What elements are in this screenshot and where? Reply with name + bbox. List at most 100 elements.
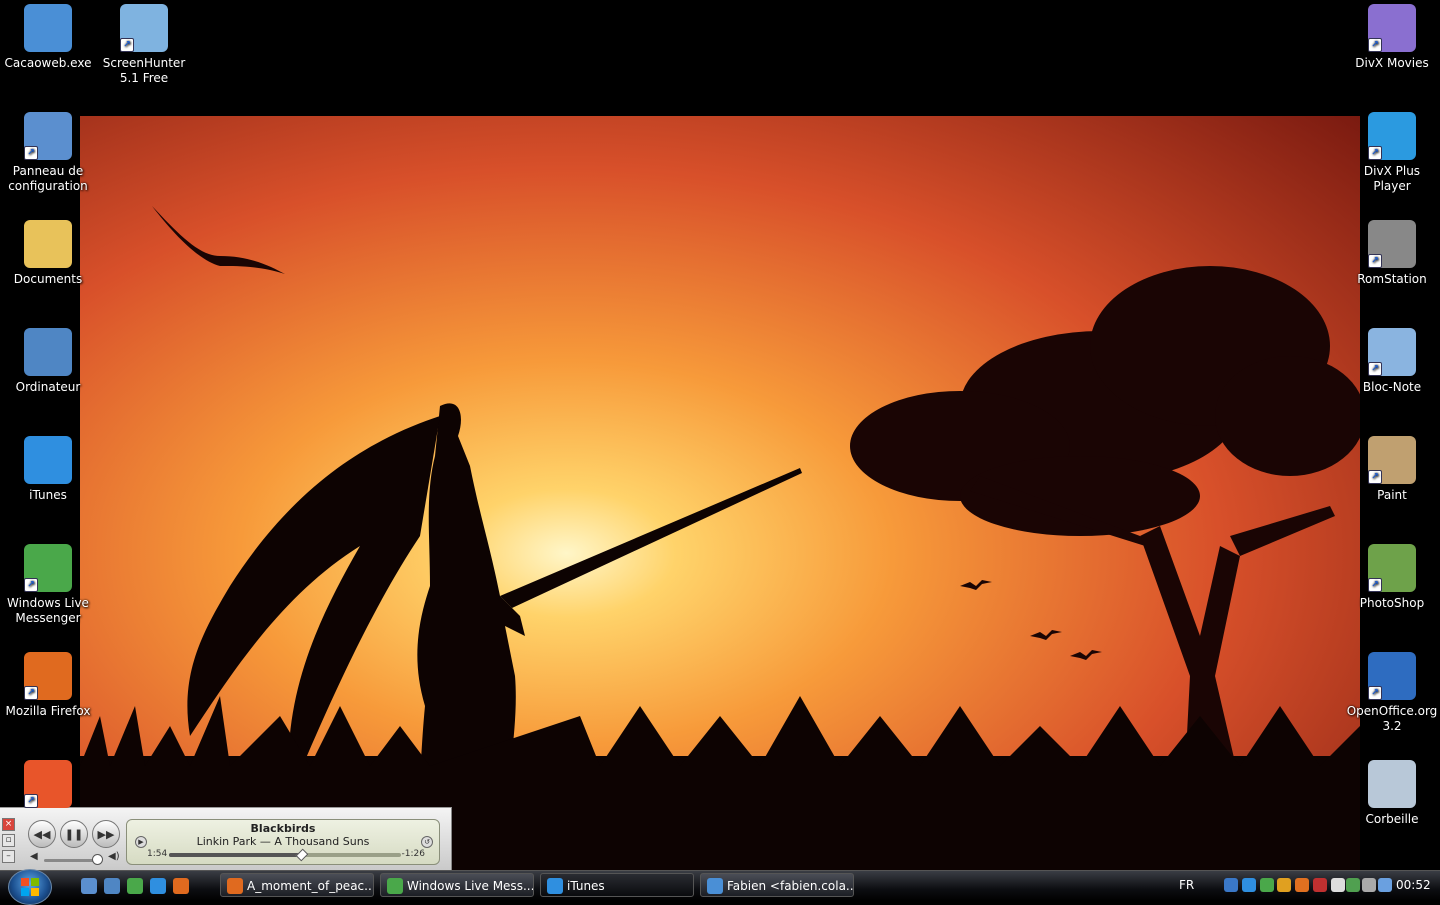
- taskbar-button-label: Fabien <fabien.cola...: [727, 879, 854, 893]
- desktop-icon-label: Documents: [13, 272, 83, 286]
- desktop-wallpaper: [80, 116, 1360, 870]
- desktop-icon[interactable]: ↗ DivX Plus Player: [1344, 112, 1440, 194]
- safely-remove-icon[interactable]: [1362, 878, 1376, 892]
- desktop-icon[interactable]: Ordinateur: [0, 328, 96, 395]
- desktop-icon-label: Corbeille: [1365, 812, 1419, 826]
- song-title: Blackbirds: [250, 822, 316, 835]
- desktop-icon-label: DivX Plus Player: [1363, 164, 1421, 193]
- desktop-icon[interactable]: ↗ Bloc-Note: [1344, 328, 1440, 395]
- pause-button[interactable]: ❚❚: [60, 820, 88, 848]
- previous-track-button[interactable]: ◀◀: [28, 820, 56, 848]
- itunes-icon[interactable]: [150, 878, 166, 894]
- mini-player-minimize-button[interactable]: –: [2, 850, 15, 863]
- progress-track[interactable]: [169, 848, 401, 862]
- progress-knob[interactable]: [295, 848, 309, 862]
- folder-icon: [24, 220, 72, 268]
- desktop-icon[interactable]: Corbeille: [1344, 760, 1440, 827]
- show-desktop-icon[interactable]: [81, 878, 97, 894]
- fast-forward-icon: ▶▶: [97, 827, 115, 841]
- itunes-icon: [547, 878, 563, 894]
- desktop-icon[interactable]: iTunes: [0, 436, 96, 503]
- mini-player-close-button[interactable]: ×: [2, 818, 15, 831]
- firefox-icon: ↗: [24, 652, 72, 700]
- desktop-icon-label: Mozilla Firefox: [5, 704, 91, 718]
- elapsed-time: 1:54: [147, 849, 168, 859]
- shortcut-arrow-icon: ↗: [24, 578, 38, 592]
- taskbar-button[interactable]: iTunes: [540, 873, 694, 897]
- itunes-tray-icon[interactable]: [1242, 878, 1256, 892]
- shortcut-arrow-icon: ↗: [1368, 578, 1382, 592]
- snapback-button[interactable]: ↺: [421, 836, 433, 848]
- shortcut-arrow-icon: ↗: [24, 794, 38, 808]
- shortcut-arrow-icon: ↗: [1368, 146, 1382, 160]
- volume-low-icon: ◀: [30, 851, 38, 862]
- shortcut-arrow-icon: ↗: [1368, 254, 1382, 268]
- now-playing-display: ▶ Blackbirds Linkin Park — A Thousand Su…: [126, 819, 440, 865]
- desktop-icon-label: Cacaoweb.exe: [4, 56, 92, 70]
- desktop-icon-label: Ordinateur: [15, 380, 81, 394]
- hand-icon: ↗: [120, 4, 168, 52]
- clock[interactable]: 00:52: [1396, 871, 1431, 899]
- network-icon[interactable]: [1378, 878, 1392, 892]
- language-indicator[interactable]: FR: [1179, 871, 1194, 899]
- desktop-icon-label: DivX Movies: [1355, 56, 1429, 70]
- taskbar-button[interactable]: A_moment_of_peac...: [220, 873, 374, 897]
- romstation-icon: ↗: [1368, 220, 1416, 268]
- desktop-icon-label: Paint: [1377, 488, 1407, 502]
- desktop-icon[interactable]: ↗ DivX Movies: [1344, 4, 1440, 71]
- play-icon: ↗: [1368, 112, 1416, 160]
- next-track-button[interactable]: ▶▶: [92, 820, 120, 848]
- messenger-tray-icon[interactable]: [1260, 878, 1274, 892]
- desktop-icon[interactable]: Cacaoweb.exe: [0, 4, 96, 71]
- messenger-icon: [387, 878, 403, 894]
- desktop-icon-label: Windows Live Messenger: [7, 596, 89, 625]
- desktop-icon[interactable]: ↗ ScreenHunter 5.1 Free: [96, 4, 192, 86]
- divx-movies-icon: ↗: [1368, 4, 1416, 52]
- mini-player-restore-button[interactable]: ▫: [2, 834, 15, 847]
- progress-fill: [169, 853, 302, 857]
- desktop-icon[interactable]: ↗ OpenOffice.org 3.2: [1344, 652, 1440, 734]
- vlc-icon[interactable]: [1295, 878, 1309, 892]
- remaining-time: -1:26: [401, 849, 425, 859]
- desktop-icon-label: ScreenHunter 5.1 Free: [102, 56, 186, 85]
- taskbar: A_moment_of_peac... Windows Live Mess... i…: [0, 869, 1440, 905]
- desktop-icon-label: iTunes: [29, 488, 67, 502]
- messenger-icon: ↗: [24, 544, 72, 592]
- update-icon[interactable]: [1277, 878, 1291, 892]
- photoshop-icon: ↗: [1368, 544, 1416, 592]
- switch-windows-icon[interactable]: [104, 878, 120, 894]
- paint-icon: ↗: [1368, 436, 1416, 484]
- desktop-icon[interactable]: Documents: [0, 220, 96, 287]
- firefox-icon[interactable]: [173, 878, 189, 894]
- desktop-icon-label: Panneau de configuration: [8, 164, 88, 193]
- desktop-icon[interactable]: ↗ Paint: [1344, 436, 1440, 503]
- shortcut-arrow-icon: ↗: [1368, 686, 1382, 700]
- recycle-bin-icon: [1368, 760, 1416, 808]
- volume-knob[interactable]: [92, 854, 104, 865]
- rewind-icon: ◀◀: [33, 827, 51, 841]
- shortcut-arrow-icon: ↗: [24, 146, 38, 160]
- computer-icon: [24, 328, 72, 376]
- control-panel-icon: ↗: [24, 112, 72, 160]
- messenger-icon[interactable]: [127, 878, 143, 894]
- desktop-icon[interactable]: ↗: [0, 760, 96, 812]
- shield-icon[interactable]: [1313, 878, 1327, 892]
- antivirus-icon[interactable]: [1331, 878, 1345, 892]
- network-app-icon[interactable]: [1224, 878, 1238, 892]
- shortcut-arrow-icon: ↗: [1368, 38, 1382, 52]
- desktop-icon[interactable]: ↗ RomStation: [1344, 220, 1440, 287]
- taskbar-button[interactable]: Windows Live Mess...: [380, 873, 534, 897]
- volume-high-icon: ◀): [108, 851, 120, 862]
- taskbar-button[interactable]: Fabien <fabien.cola...: [700, 873, 854, 897]
- shortcut-arrow-icon: ↗: [1368, 362, 1382, 376]
- mini-player-window-buttons: × ▫ –: [2, 818, 15, 866]
- desktop-icon[interactable]: ↗ Panneau de configuration: [0, 112, 96, 194]
- desktop-icon[interactable]: ↗ PhotoShop: [1344, 544, 1440, 611]
- desktop-icon[interactable]: ↗ Windows Live Messenger: [0, 544, 96, 626]
- desktop-icon[interactable]: ↗ Mozilla Firefox: [0, 652, 96, 719]
- k-app-icon: ↗: [24, 760, 72, 808]
- artist-album: Linkin Park — A Thousand Suns: [196, 835, 370, 848]
- download-icon[interactable]: [1346, 878, 1360, 892]
- desktop-icon-label: Bloc-Note: [1362, 380, 1422, 394]
- desktop-icon-label: OpenOffice.org 3.2: [1346, 704, 1438, 733]
